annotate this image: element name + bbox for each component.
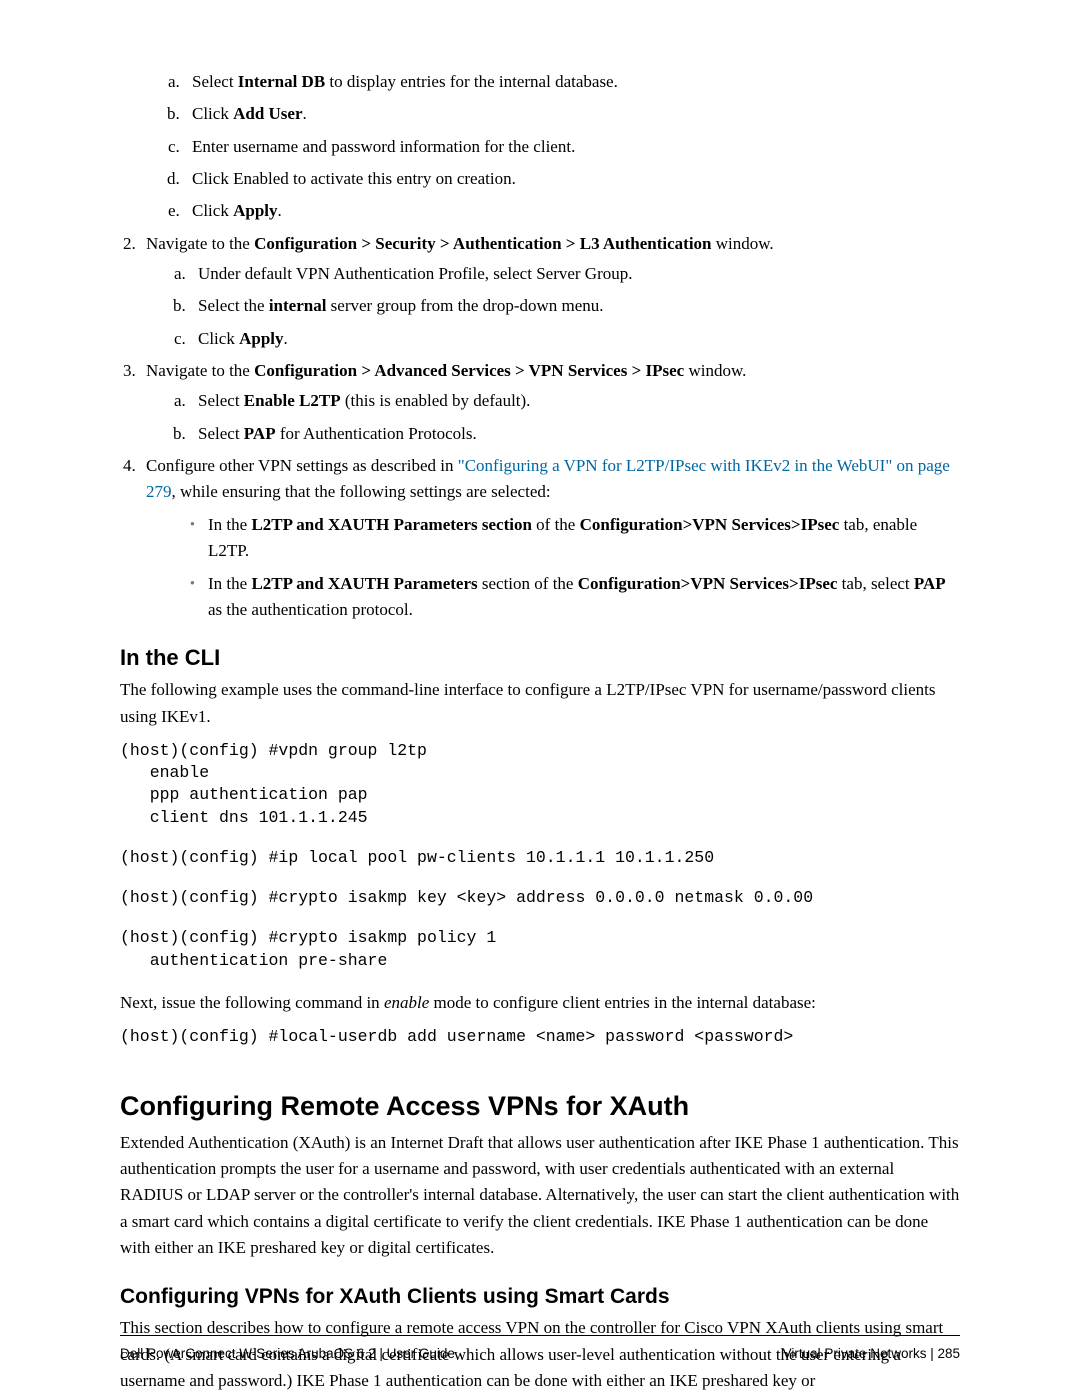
cli-code-4: (host)(config) #crypto isakmp policy 1 a… [120,927,960,972]
page-content: Select Internal DB to display entries fo… [0,0,1080,1394]
cli-code-3: (host)(config) #crypto isakmp key <key> … [120,887,960,909]
step1c: Enter username and password information … [184,134,960,160]
xauth-body: Extended Authentication (XAuth) is an In… [120,1130,960,1262]
page-footer: Dell PowerConnect W-Series ArubaOS 6.2 |… [120,1335,960,1361]
step3b: Select PAP for Authentication Protocols. [190,421,960,447]
main-steps: Navigate to the Configuration > Security… [120,231,960,623]
step2c: Click Apply. [190,326,960,352]
step1b: Click Add User. [184,101,960,127]
cli-code-5: (host)(config) #local-userdb add usernam… [120,1026,960,1048]
cli-intro: The following example uses the command-l… [120,677,960,730]
step3-sublist: Select Enable L2TP (this is enabled by d… [146,388,960,447]
step4-bullet2: In the L2TP and XAUTH Parameters section… [190,571,960,624]
step2a: Under default VPN Authentication Profile… [190,261,960,287]
step3a: Select Enable L2TP (this is enabled by d… [190,388,960,414]
heading-in-the-cli: In the CLI [120,645,960,671]
step1a: Select Internal DB to display entries fo… [184,69,960,95]
step4: Configure other VPN settings as describe… [140,453,960,623]
step1-sublist: Select Internal DB to display entries fo… [140,69,960,225]
step1e: Click Apply. [184,198,960,224]
step2-sublist: Under default VPN Authentication Profile… [146,261,960,352]
heading-xauth: Configuring Remote Access VPNs for XAuth [120,1091,960,1122]
step2: Navigate to the Configuration > Security… [140,231,960,352]
step4-bullets: In the L2TP and XAUTH Parameters section… [146,512,960,623]
step1d: Click Enabled to activate this entry on … [184,166,960,192]
cli-next-text: Next, issue the following command in ena… [120,990,960,1016]
step3: Navigate to the Configuration > Advanced… [140,358,960,447]
heading-smartcards: Configuring VPNs for XAuth Clients using… [120,1285,960,1309]
cli-code-2: (host)(config) #ip local pool pw-clients… [120,847,960,869]
footer-left: Dell PowerConnect W-Series ArubaOS 6.2 |… [120,1346,455,1361]
step4-bullet1: In the L2TP and XAUTH Parameters section… [190,512,960,565]
step2b: Select the internal server group from th… [190,293,960,319]
cli-code-1: (host)(config) #vpdn group l2tp enable p… [120,740,960,829]
footer-right: Virtual Private Networks | 285 [783,1346,960,1361]
